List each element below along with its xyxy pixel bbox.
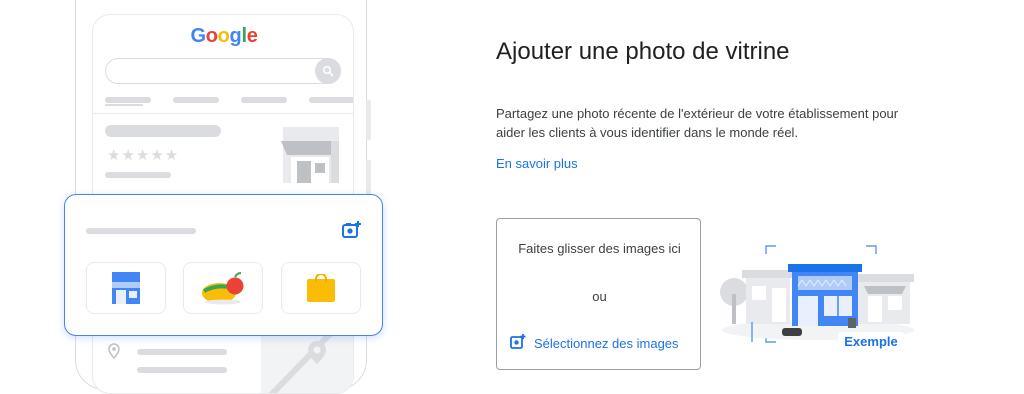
tab-indicator <box>105 104 143 106</box>
divider <box>93 113 353 114</box>
add-photo-icon <box>510 334 526 352</box>
page-title: Ajouter une photo de vitrine <box>496 38 790 65</box>
search-icon <box>315 58 341 84</box>
thumbnail-food <box>183 262 263 314</box>
select-images-label: Sélectionnez des images <box>534 335 679 351</box>
example-label: Exemple <box>838 332 904 354</box>
mock-result-title <box>105 125 221 137</box>
photos-card-illustration <box>64 194 383 336</box>
mock-result-line <box>105 172 171 178</box>
learn-more-link[interactable]: En savoir plus <box>496 156 578 171</box>
storefront-icon <box>281 127 339 188</box>
phone-side-button <box>366 100 371 140</box>
mock-card-title <box>86 228 196 234</box>
or-text: ou <box>592 289 607 304</box>
mock-address-line <box>137 349 227 355</box>
thumbnail-product <box>281 262 361 314</box>
mock-tab <box>173 97 219 103</box>
select-images-button[interactable]: Sélectionnez des images <box>510 334 679 352</box>
location-pin-icon <box>107 343 121 364</box>
mock-rating-stars: ★★★★★ <box>107 147 180 164</box>
mock-address-line <box>137 367 227 373</box>
page-description: Partagez une photo récente de l'extérieu… <box>496 106 899 140</box>
google-logo: Google <box>190 25 258 47</box>
map-thumbnail <box>261 330 353 393</box>
mock-tab <box>309 97 353 103</box>
add-photo-icon <box>342 221 362 244</box>
image-drop-zone[interactable]: Faites glisser des images ici ou Sélecti… <box>496 218 701 370</box>
mock-search-bar <box>105 58 341 84</box>
thumbnail-storefront <box>86 262 166 314</box>
mock-tab <box>241 97 287 103</box>
mock-tab <box>105 97 151 103</box>
drag-images-text: Faites glisser des images ici <box>518 241 681 256</box>
